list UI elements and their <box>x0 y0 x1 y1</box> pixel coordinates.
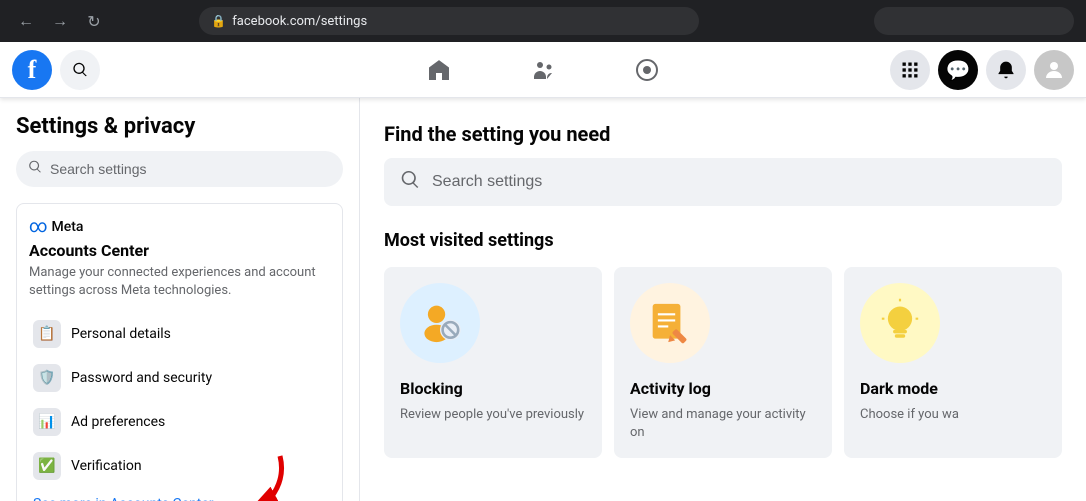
see-more-container: See more in Accounts Center <box>29 488 330 501</box>
menu-item-ad-preferences[interactable]: 📊 Ad preferences <box>29 400 330 444</box>
right-content: Find the setting you need Most visited s… <box>360 98 1086 501</box>
url-text: facebook.com/settings <box>232 14 367 29</box>
verification-icon: ✅ <box>33 452 61 480</box>
sidebar-search[interactable] <box>16 151 343 187</box>
password-security-icon: 🛡️ <box>33 364 61 392</box>
password-security-label: Password and security <box>71 370 212 386</box>
navbar-right: 💬 <box>890 50 1074 90</box>
facebook-navbar: f 💬 <box>0 42 1086 98</box>
user-avatar[interactable] <box>1034 50 1074 90</box>
menu-item-verification[interactable]: ✅ Verification <box>29 444 330 488</box>
notifications-button[interactable] <box>986 50 1026 90</box>
blocking-icon <box>400 283 480 363</box>
lock-icon: 🔒 <box>211 14 226 28</box>
accounts-center-card: ∞ Meta Accounts Center Manage your conne… <box>16 203 343 501</box>
menu-item-personal-details[interactable]: 📋 Personal details <box>29 312 330 356</box>
blocking-card-desc: Review people you've previously <box>400 406 586 424</box>
nav-watch[interactable] <box>597 46 697 94</box>
sidebar-title: Settings & privacy <box>8 114 351 151</box>
navbar-center-nav <box>389 46 697 94</box>
meta-icon: ∞ <box>29 216 48 237</box>
meta-logo: ∞ Meta <box>29 216 330 237</box>
browser-nav-buttons: ← → ↻ <box>12 7 108 35</box>
activity-log-card-desc: View and manage your activity on <box>630 406 816 442</box>
main-layout: Settings & privacy ∞ Meta Accounts Cente… <box>0 98 1086 501</box>
dark-mode-icon <box>860 283 940 363</box>
blocking-card-title: Blocking <box>400 379 586 398</box>
apps-grid-button[interactable] <box>890 50 930 90</box>
most-visited-title: Most visited settings <box>384 230 1062 251</box>
forward-button[interactable]: → <box>46 7 74 35</box>
personal-details-label: Personal details <box>71 326 171 342</box>
dark-mode-card-title: Dark mode <box>860 379 1046 398</box>
activity-log-card-title: Activity log <box>630 379 816 398</box>
ad-preferences-icon: 📊 <box>33 408 61 436</box>
setting-card-blocking[interactable]: Blocking Review people you've previously <box>384 267 602 458</box>
main-search-input[interactable] <box>432 173 1046 191</box>
messenger-button[interactable]: 💬 <box>938 50 978 90</box>
settings-cards: Blocking Review people you've previously <box>384 267 1062 458</box>
browser-toolbar-right <box>874 7 1074 35</box>
see-more-link[interactable]: See more in Accounts Center <box>29 492 218 501</box>
facebook-logo[interactable]: f <box>12 50 52 90</box>
accounts-center-desc: Manage your connected experiences and ac… <box>29 264 330 300</box>
meta-label: Meta <box>52 219 84 235</box>
reload-button[interactable]: ↻ <box>80 7 108 35</box>
accounts-center-title: Accounts Center <box>29 241 330 260</box>
personal-details-icon: 📋 <box>33 320 61 348</box>
find-setting-title: Find the setting you need <box>384 122 1062 146</box>
main-search-icon <box>400 170 420 195</box>
setting-card-dark-mode[interactable]: Dark mode Choose if you wa <box>844 267 1062 458</box>
verification-label: Verification <box>71 458 142 474</box>
dark-mode-card-desc: Choose if you wa <box>860 406 1046 424</box>
browser-chrome: ← → ↻ 🔒 facebook.com/settings <box>0 0 1086 42</box>
main-search-bar[interactable] <box>384 158 1062 206</box>
nav-home[interactable] <box>389 46 489 94</box>
navbar-search-button[interactable] <box>60 50 100 90</box>
address-bar[interactable]: 🔒 facebook.com/settings <box>199 7 699 35</box>
setting-card-activity-log[interactable]: Activity log View and manage your activi… <box>614 267 832 458</box>
sidebar-search-icon <box>28 160 42 178</box>
nav-friends[interactable] <box>493 46 593 94</box>
menu-item-password-security[interactable]: 🛡️ Password and security <box>29 356 330 400</box>
ad-preferences-label: Ad preferences <box>71 414 165 430</box>
left-sidebar: Settings & privacy ∞ Meta Accounts Cente… <box>0 98 360 501</box>
sidebar-search-input[interactable] <box>50 161 331 177</box>
back-button[interactable]: ← <box>12 7 40 35</box>
activity-log-icon <box>630 283 710 363</box>
